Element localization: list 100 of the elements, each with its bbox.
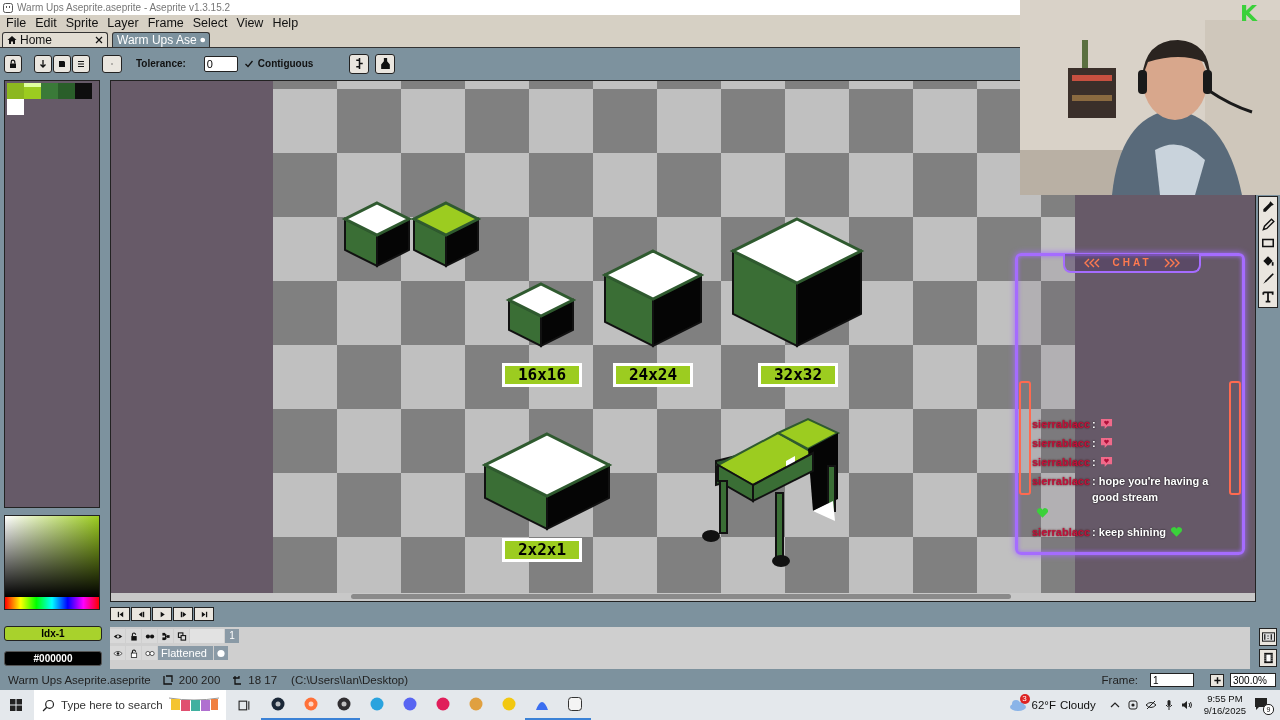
- cel-button[interactable]: [214, 646, 228, 660]
- windows-start-icon[interactable]: [10, 699, 22, 711]
- last-frame-button[interactable]: [194, 607, 214, 621]
- frame-label: Frame:: [1101, 674, 1138, 686]
- next-frame-icon: [178, 609, 188, 619]
- down-arrow-button[interactable]: [34, 54, 52, 73]
- add-frame-button[interactable]: [1210, 673, 1224, 687]
- lock-icon[interactable]: [126, 646, 141, 660]
- ink-bottle-icon: [378, 57, 392, 70]
- heart-icon: [1170, 526, 1184, 538]
- contiguous-checkbox[interactable]: [243, 58, 254, 69]
- clock-time[interactable]: 9:55 PM: [1207, 693, 1243, 705]
- menu-item[interactable]: Sprite: [61, 16, 104, 30]
- lock-icon[interactable]: [126, 629, 141, 643]
- size-label: 16x16: [502, 363, 582, 387]
- cloud-icon[interactable]: [1007, 698, 1028, 712]
- palette-swatch[interactable]: [75, 83, 92, 99]
- frame-field[interactable]: 1: [1150, 673, 1194, 687]
- square-button[interactable]: [53, 54, 71, 73]
- home-icon: [7, 35, 17, 45]
- palette-swatch[interactable]: [58, 83, 75, 99]
- search-icon: [42, 698, 55, 712]
- weather-badge: 3: [1019, 694, 1030, 704]
- speaker-icon[interactable]: [1180, 699, 1193, 711]
- brush-size-button[interactable]: [102, 54, 122, 73]
- menu-item[interactable]: Layer: [103, 16, 144, 30]
- lock-icon: [8, 58, 18, 69]
- contiguous-label[interactable]: Contiguous: [257, 58, 314, 69]
- rectangle-icon[interactable]: [1261, 236, 1275, 250]
- pixel-mode-button[interactable]: [349, 53, 370, 74]
- app-icon: [335, 696, 352, 712]
- film-button[interactable]: [1259, 649, 1277, 667]
- file-path: (C:\Users\Ian\Desktop): [291, 674, 409, 686]
- menu-icon: [76, 58, 86, 69]
- close-icon[interactable]: [95, 36, 103, 44]
- menu-button[interactable]: [72, 54, 90, 73]
- tolerance-label: Tolerance:: [136, 58, 186, 69]
- brush-icon[interactable]: [1261, 272, 1275, 286]
- size-label: 32x32: [758, 363, 838, 387]
- position-icon: [232, 675, 243, 685]
- tolerance-field[interactable]: 0: [203, 55, 238, 72]
- timeline-header-cell: [190, 629, 224, 643]
- ratio-icon: [1261, 631, 1275, 643]
- clock-date[interactable]: 9/16/2025: [1203, 705, 1246, 717]
- visibility-icon[interactable]: [110, 629, 125, 643]
- index-color-button[interactable]: Idx-1: [4, 626, 102, 641]
- heart-bubble-icon: [1099, 418, 1113, 430]
- text-tool-icon[interactable]: [1261, 290, 1275, 304]
- cel-dot-icon: [216, 648, 226, 658]
- plus-icon: [1212, 675, 1222, 685]
- color-picker[interactable]: [4, 515, 100, 610]
- actual-size-button[interactable]: [1259, 628, 1277, 646]
- horizontal-scrollbar[interactable]: [351, 594, 1011, 599]
- lock-button[interactable]: [4, 54, 22, 73]
- paint-bucket-icon[interactable]: [1261, 254, 1275, 268]
- window-title: Warm Ups Aseprite.aseprite - Aseprite v1.3.15.2: [17, 2, 231, 13]
- palette-swatch[interactable]: [24, 83, 41, 99]
- previous-frame-button[interactable]: [131, 607, 151, 621]
- weather-condition[interactable]: Cloudy: [1059, 699, 1096, 711]
- hex-color-button[interactable]: #000000: [4, 651, 102, 666]
- heart-bubble-icon: [1099, 437, 1113, 449]
- webcam-icon[interactable]: [1126, 699, 1139, 711]
- previous-frame-icon: [136, 609, 146, 619]
- app-icon: [434, 696, 451, 712]
- next-frame-button[interactable]: [173, 607, 193, 621]
- app-icon: [401, 696, 418, 712]
- play-button[interactable]: [152, 607, 172, 621]
- bunting-icon[interactable]: [168, 696, 219, 714]
- task-view-icon[interactable]: [238, 698, 251, 712]
- menu-item[interactable]: Select: [188, 16, 233, 30]
- cursor-position: 18 17: [248, 674, 278, 686]
- palette-swatch[interactable]: [41, 83, 58, 99]
- link-icon[interactable]: [158, 629, 173, 643]
- first-frame-button[interactable]: [110, 607, 130, 621]
- app-icon: [467, 696, 484, 712]
- menu-item[interactable]: Edit: [31, 16, 62, 30]
- film-icon: [1261, 652, 1275, 664]
- menu-item[interactable]: Help: [268, 16, 304, 30]
- size-icon: [162, 675, 173, 685]
- onion-skin-icon[interactable]: [142, 629, 157, 643]
- tab[interactable]: Home: [2, 32, 108, 47]
- file-name: Warm Ups Aseprite.aseprite: [8, 674, 151, 686]
- notification-icon[interactable]: [1254, 697, 1268, 711]
- taskbar-search-field[interactable]: Type here to search: [34, 690, 226, 720]
- pencil-icon[interactable]: [1261, 218, 1275, 232]
- hidden-eye-icon[interactable]: [1144, 699, 1157, 711]
- menu-item[interactable]: File: [2, 16, 32, 30]
- palette-swatch[interactable]: [7, 99, 24, 115]
- search-placeholder: Type here to search: [61, 699, 163, 711]
- eyedropper-icon[interactable]: [1261, 200, 1275, 214]
- menu-item[interactable]: View: [232, 16, 269, 30]
- zoom-field[interactable]: 300.0%: [1230, 673, 1276, 687]
- sprite-size: 200 200: [178, 674, 221, 686]
- menu-item[interactable]: Frame: [143, 16, 189, 30]
- app-icon: [269, 696, 286, 712]
- palette-swatch[interactable]: [7, 83, 24, 99]
- copy-icon[interactable]: [174, 629, 189, 643]
- stream-logo: K: [1240, 2, 1258, 26]
- ink-button[interactable]: [375, 53, 396, 74]
- temperature[interactable]: 62°F: [1031, 699, 1056, 711]
